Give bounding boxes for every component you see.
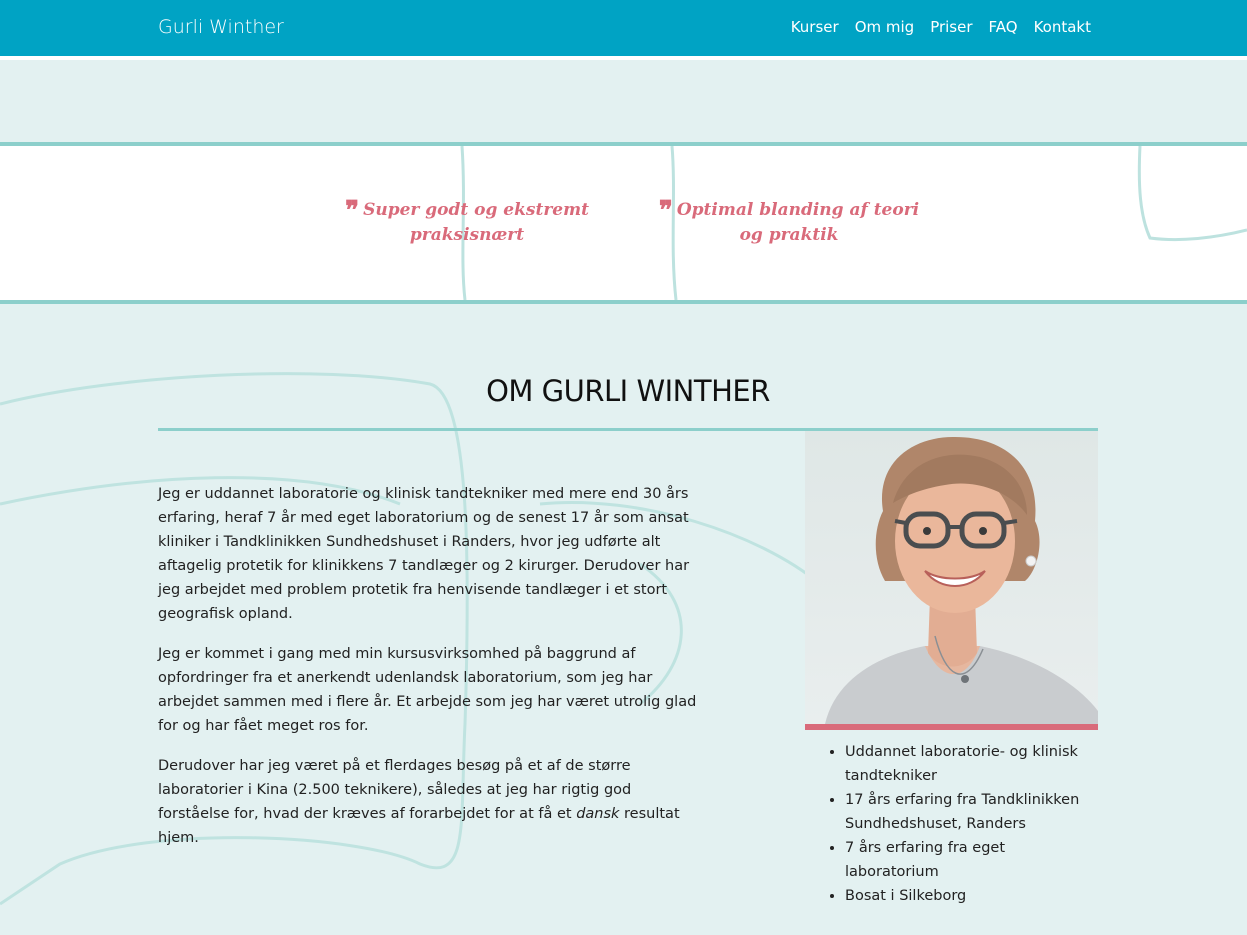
- main-nav: Kurser Om mig Priser FAQ Kontakt: [791, 18, 1091, 36]
- emphasis: dansk: [576, 806, 620, 822]
- list-item: 17 års erfaring fra Tandklinikken Sundhe…: [845, 788, 1098, 836]
- testimonial-quote: ❞ Optimal blanding af teori og praktik: [654, 198, 924, 247]
- nav-link-priser[interactable]: Priser: [930, 18, 972, 36]
- brand-link[interactable]: Gurli Winther: [158, 16, 284, 38]
- list-item: Bosat i Silkeborg: [845, 884, 1098, 908]
- testimonials-band: ❞ Super godt og ekstremt praksisnært ❞ Opt…: [0, 146, 1247, 300]
- testimonial-quote: ❞ Super godt og ekstremt praksisnært: [332, 198, 602, 247]
- background-squiggle: [460, 146, 1247, 300]
- about-section: OM GURLI WINTHER Jeg er uddannet laborat…: [0, 304, 1247, 935]
- portrait-photo: [805, 431, 1098, 724]
- testimonial-text: Optimal blanding af teori og praktik: [676, 200, 920, 245]
- list-item: 7 års erfaring fra eget laboratorium: [845, 836, 1098, 884]
- bio-paragraph: Jeg er kommet i gang med min kursusvirks…: [158, 646, 697, 734]
- quote-icon: ❞: [658, 196, 673, 226]
- bio-paragraph: Derudover har jeg været på et flerdages …: [158, 758, 680, 846]
- hero-band: [0, 60, 1247, 142]
- top-navbar: Gurli Winther Kurser Om mig Priser FAQ K…: [0, 0, 1247, 56]
- nav-link-om-mig[interactable]: Om mig: [855, 18, 915, 36]
- photo-accent-bar: [805, 724, 1098, 730]
- section-title: OM GURLI WINTHER: [486, 374, 770, 408]
- testimonial-text: Super godt og ekstremt praksisnært: [363, 200, 589, 245]
- nav-link-faq[interactable]: FAQ: [989, 18, 1018, 36]
- nav-link-kurser[interactable]: Kurser: [791, 18, 839, 36]
- list-item: Uddannet laboratorie- og klinisk tandtek…: [845, 740, 1098, 788]
- bio-text: Jeg er uddannet laboratorie og klinisk t…: [158, 482, 698, 866]
- quote-icon: ❞: [345, 196, 360, 226]
- nav-link-kontakt[interactable]: Kontakt: [1034, 18, 1091, 36]
- facts-list: Uddannet laboratorie- og klinisk tandtek…: [805, 740, 1098, 908]
- bio-paragraph: Jeg er uddannet laboratorie og klinisk t…: [158, 486, 690, 622]
